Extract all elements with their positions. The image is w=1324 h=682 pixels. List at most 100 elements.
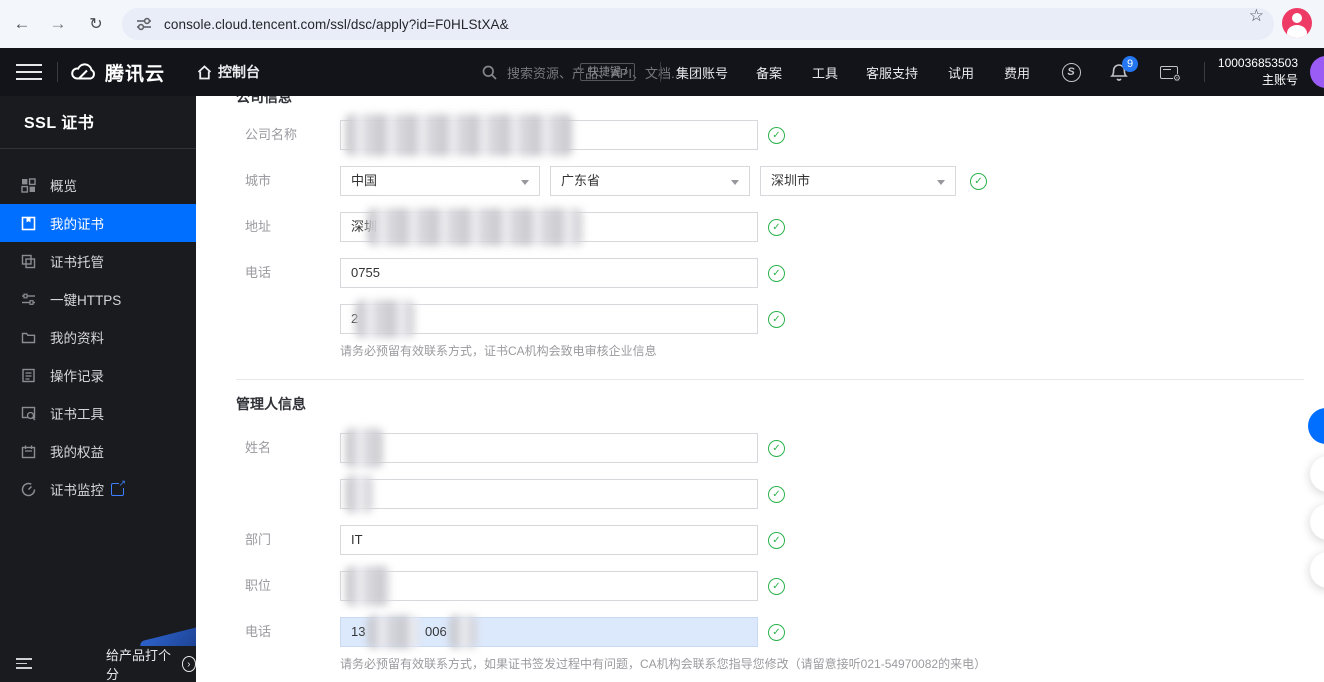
account-type: 主账号 (1261, 73, 1298, 87)
feedback-icon: S (1061, 62, 1081, 82)
nav-label: 工具 (812, 65, 839, 81)
department-label: 部门 (245, 532, 272, 547)
sidebar-item-my-certificates[interactable]: 我的证书 (0, 204, 196, 242)
account-id: 100036853503 (1217, 56, 1298, 70)
postal-code-input[interactable]: 2 (340, 300, 758, 338)
sidebar-item-my-benefits[interactable]: 我的权益 (0, 432, 196, 470)
benefits-icon (20, 443, 36, 459)
chevron-right-icon: › (181, 656, 196, 672)
city-select[interactable]: 深圳市 (760, 166, 956, 196)
province-select[interactable]: 广东省 (550, 166, 750, 196)
company-section-heading: 公司信息 (236, 96, 292, 105)
console-home-link[interactable]: 控制台 (197, 48, 260, 96)
folder-icon (20, 329, 36, 345)
nav-trial[interactable]: 试用 (948, 48, 974, 96)
nav-tools[interactable]: 工具 (812, 48, 838, 96)
sidebar-item-label: 一键HTTPS (50, 293, 122, 308)
nav-label: 集团账号 (676, 65, 729, 81)
cloud-console-header: 腾讯云 控制台 搜索资源、产品、API、文档... 快捷键 / 集团账号 备案 … (0, 48, 1324, 96)
sidebar-item-my-profile[interactable]: 我的资料 (0, 318, 196, 356)
grid-icon (20, 177, 36, 193)
sidebar-item-label: 我的资料 (50, 331, 104, 346)
manager-contact-hint: 请务必预留有效联系方式，如果证书签发过程中有问题，CA机构会联系您指导您修改（请… (340, 657, 987, 671)
sidebar-item-label: 证书托管 (50, 255, 104, 270)
sidebar-item-label: 证书监控 (50, 483, 104, 498)
manager-phone-prefix: 13 (351, 624, 366, 639)
nav-label: 试用 (948, 65, 975, 81)
nav-support[interactable]: 客服支持 (866, 48, 918, 96)
nav-beian[interactable]: 备案 (756, 48, 782, 96)
products-menu-icon[interactable] (16, 64, 42, 80)
account-avatar[interactable] (1310, 56, 1324, 88)
country-select[interactable]: 中国 (340, 166, 540, 196)
browser-reload-button[interactable]: ↻ (82, 10, 110, 38)
sidebar-item-operation-log[interactable]: 操作记录 (0, 356, 196, 394)
browser-forward-button[interactable]: → (44, 10, 72, 38)
screen: ← → ↻ console.cloud.tencent.com/ssl/dsc/… (0, 0, 1324, 682)
rate-product-label: 给产品打个分 (106, 648, 172, 682)
valid-check-icon: ✓ (768, 127, 785, 144)
account-info[interactable]: 100036853503 主账号 (1212, 55, 1298, 89)
redacted-phone (449, 615, 477, 649)
apply-form: 公司信息 公司名称 ✓ 城市 中国 广东省 深圳市 ✓ 地址 深圳 ✓ 电话 0… (196, 96, 1324, 682)
sidebar-item-overview[interactable]: 概览 (0, 166, 196, 204)
valid-check-icon: ✓ (768, 486, 785, 503)
redacted-company-name (345, 114, 573, 156)
shortcut-key-badge: 快捷键 / (580, 63, 636, 81)
redacted-name (345, 428, 383, 468)
department-input[interactable]: IT (340, 525, 758, 555)
valid-check-icon: ✓ (768, 624, 785, 641)
document-icon (20, 367, 36, 383)
feedback-button[interactable]: S (1052, 48, 1090, 96)
sidebar-item-label: 证书工具 (50, 407, 104, 422)
url-text: console.cloud.tencent.com/ssl/dsc/apply?… (164, 16, 509, 32)
position-input[interactable] (340, 566, 758, 606)
manager-phone-input[interactable]: 13 006 (340, 615, 758, 649)
external-link-icon (111, 478, 126, 496)
notifications-button[interactable] (1100, 48, 1138, 96)
console-settings-button[interactable] (1150, 48, 1188, 96)
redacted-phone (367, 615, 419, 649)
browser-profile-avatar[interactable] (1282, 8, 1312, 38)
nav-group-account[interactable]: 集团账号 (676, 48, 728, 96)
bookmark-star-icon[interactable]: ☆ (1249, 6, 1264, 26)
manager-section-heading: 管理人信息 (236, 396, 306, 412)
brand-text: 腾讯云 (105, 63, 166, 85)
nav-label: 费用 (1004, 65, 1031, 81)
address-input[interactable]: 深圳 (340, 208, 758, 246)
manager-lastname-input[interactable] (340, 428, 758, 468)
gauge-icon (20, 481, 36, 497)
home-icon (197, 64, 212, 79)
position-label: 职位 (245, 578, 272, 593)
sidebar-title: SSL 证书 (24, 115, 95, 132)
sidebar-item-cert-tools[interactable]: 证书工具 (0, 394, 196, 432)
nav-billing[interactable]: 费用 (1004, 48, 1030, 96)
rate-product-link[interactable]: 给产品打个分 › (106, 645, 196, 682)
sidebar: SSL 证书 概览 我的证书 证书托管 一键HTTPS 我的资料 操作记录 证书… (0, 96, 196, 682)
manager-phone-label: 电话 (245, 624, 272, 639)
company-name-label: 公司名称 (245, 127, 298, 142)
sidebar-item-cert-hosting[interactable]: 证书托管 (0, 242, 196, 280)
sidebar-footer: 给产品打个分 › (0, 646, 196, 682)
province-value: 广东省 (561, 173, 601, 188)
header-divider (660, 62, 661, 82)
company-phone-input[interactable]: 0755 (340, 258, 758, 288)
redacted-postal (355, 300, 415, 338)
sidebar-item-one-click-https[interactable]: 一键HTTPS (0, 280, 196, 318)
site-info-icon[interactable] (136, 17, 152, 31)
header-divider (1204, 62, 1205, 82)
address-bar[interactable]: console.cloud.tencent.com/ssl/dsc/apply?… (122, 8, 1274, 40)
sidebar-item-label: 我的权益 (50, 445, 104, 460)
sidebar-item-cert-monitoring[interactable]: 证书监控 (0, 470, 196, 508)
valid-check-icon: ✓ (768, 532, 785, 549)
collapse-sidebar-icon[interactable] (16, 658, 32, 670)
sidebar-item-label: 概览 (50, 179, 77, 194)
sidebar-divider (0, 148, 196, 149)
manager-firstname-input[interactable] (340, 475, 758, 513)
manager-name-label: 姓名 (245, 440, 272, 455)
browser-back-button[interactable]: ← (8, 10, 36, 38)
tencent-cloud-logo[interactable]: 腾讯云 (70, 48, 165, 96)
redacted-position (345, 566, 391, 606)
company-name-input[interactable] (340, 114, 758, 156)
console-settings-icon (1160, 65, 1182, 83)
